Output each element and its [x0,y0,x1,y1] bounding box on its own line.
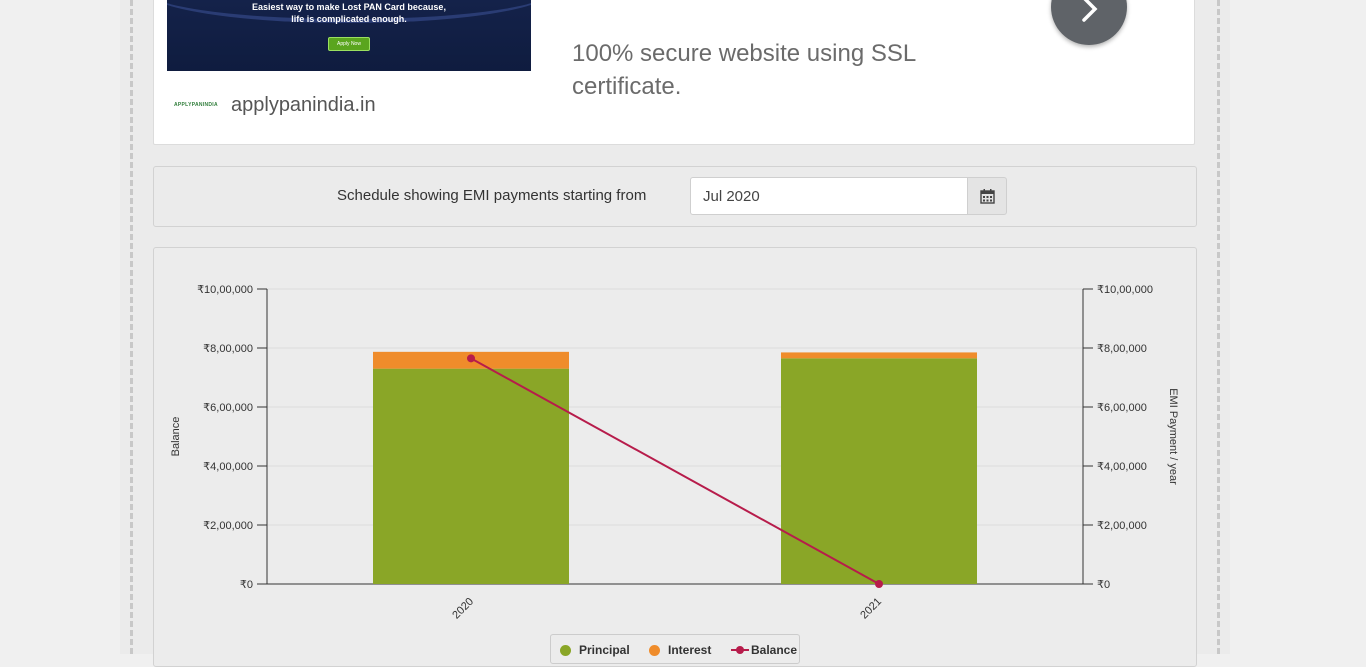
y-tick-label-right: ₹10,00,000 [1097,284,1153,296]
ad-card[interactable]: Easiest way to make Lost PAN Card becaus… [153,0,1195,145]
legend-interest[interactable]: Interest [668,643,711,657]
chart-legend: Principal Interest Balance [550,634,800,664]
y-tick-label-right: ₹8,00,000 [1097,343,1147,355]
schedule-label: Schedule showing EMI payments starting f… [337,187,647,204]
calendar-button[interactable] [967,177,1007,215]
y-tick-label-right: ₹0 [1097,579,1110,591]
ad-banner-image[interactable]: Easiest way to make Lost PAN Card becaus… [167,0,531,71]
y-tick-label-left: ₹2,00,000 [203,520,253,532]
y-tick-label-left: ₹6,00,000 [203,402,253,414]
legend-principal[interactable]: Principal [579,643,630,657]
point-balance-2020 [467,354,475,363]
dashed-border-left [130,0,133,654]
x-tick-label: 2020 [450,596,476,622]
point-balance-2021 [875,580,883,588]
emi-chart: ₹0 ₹0 ₹2,00,000 ₹2,00,000 ₹4,00,000 ₹4,00,000… [170,284,1179,622]
ad-headline[interactable]: 100% secure website using SSL certificat… [572,37,952,103]
y-tick-label-left: ₹4,00,000 [203,461,253,473]
bar-interest-2021 [781,352,977,359]
schedule-bar: Schedule showing EMI payments starting f… [153,166,1197,227]
y-tick-label-left: ₹10,00,000 [197,284,253,296]
legend-principal-marker [560,645,571,656]
y-axis-title-left: Balance [170,417,182,457]
bar-principal-2020 [373,368,569,584]
bar-principal-2021 [781,358,977,584]
banner-text-line1: Easiest way to make Lost PAN Card becaus… [252,2,446,12]
schedule-start-date-input[interactable] [690,177,968,215]
y-tick-label-right: ₹6,00,000 [1097,402,1147,414]
banner-apply-button[interactable]: Apply Now [328,37,370,51]
ad-next-button[interactable] [1051,0,1127,45]
advertiser-logo: APPLYPANINDIA [174,102,218,108]
y-tick-label-right: ₹4,00,000 [1097,461,1147,473]
x-tick-label: 2021 [858,596,884,622]
y-axis-title-right: EMI Payment / year [1167,388,1179,485]
chevron-right-icon [1082,0,1098,22]
y-tick-label-right: ₹2,00,000 [1097,520,1147,532]
legend-balance-marker [731,646,749,654]
legend-balance[interactable]: Balance [751,643,797,657]
y-tick-label-left: ₹8,00,000 [203,343,253,355]
dashed-border-right [1217,0,1220,654]
advertiser-domain[interactable]: applypanindia.in [231,94,376,117]
banner-text-line2: life is complicated enough. [291,14,407,24]
y-tick-label-left: ₹0 [240,579,253,591]
legend-interest-marker [649,645,660,656]
calendar-icon [980,189,995,204]
chart-panel: ₹0 ₹0 ₹2,00,000 ₹2,00,000 ₹4,00,000 ₹4,00,000… [153,247,1197,667]
